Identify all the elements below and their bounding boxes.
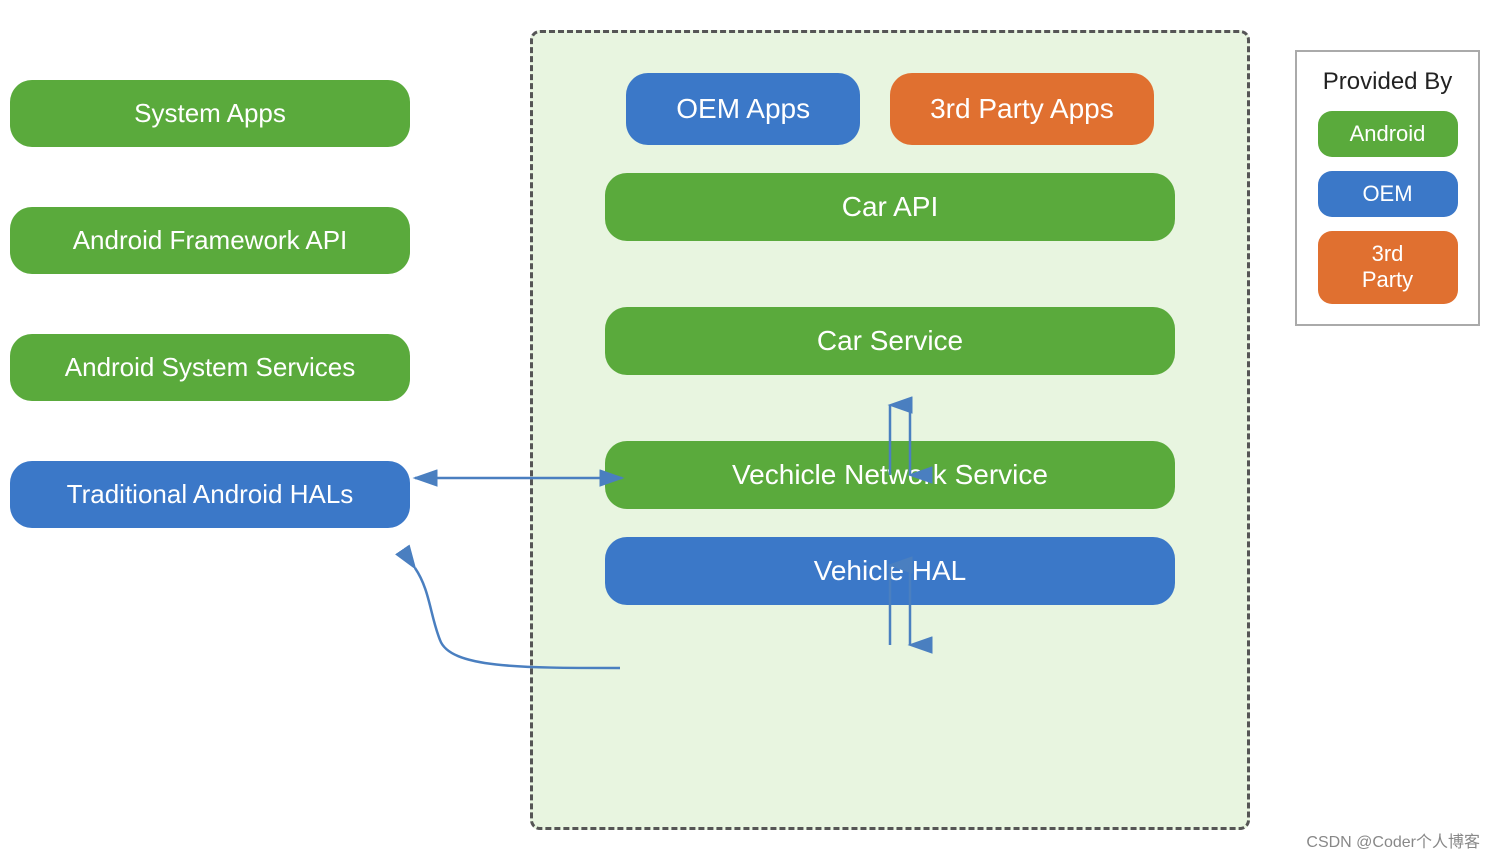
android-framework-api-box: Android Framework API — [10, 207, 410, 274]
vehicle-network-service-box: Vechicle Network Service — [605, 441, 1176, 509]
traditional-android-hals-box: Traditional Android HALs — [10, 461, 410, 528]
legend-title: Provided By — [1323, 68, 1452, 97]
dashed-container: OEM Apps 3rd Party Apps Car API Car Serv… — [530, 30, 1250, 830]
top-apps-row: OEM Apps 3rd Party Apps — [573, 73, 1207, 145]
legend-android: Android — [1318, 111, 1458, 157]
watermark: CSDN @Coder个人博客 — [1306, 828, 1480, 852]
legend-box: Provided By Android OEM 3rd Party — [1295, 50, 1480, 326]
car-api-box: Car API — [605, 173, 1176, 241]
legend-third-party: 3rd Party — [1318, 231, 1458, 304]
oem-apps-box: OEM Apps — [626, 73, 860, 145]
main-container: System Apps Android Framework API Androi… — [0, 0, 1500, 862]
third-party-apps-box: 3rd Party Apps — [890, 73, 1154, 145]
android-system-services-box: Android System Services — [10, 334, 410, 401]
left-column: System Apps Android Framework API Androi… — [10, 80, 410, 528]
vehicle-hal-box: Vehicle HAL — [605, 537, 1176, 605]
legend-oem: OEM — [1318, 171, 1458, 217]
car-service-box: Car Service — [605, 307, 1176, 375]
system-apps-box: System Apps — [10, 80, 410, 147]
